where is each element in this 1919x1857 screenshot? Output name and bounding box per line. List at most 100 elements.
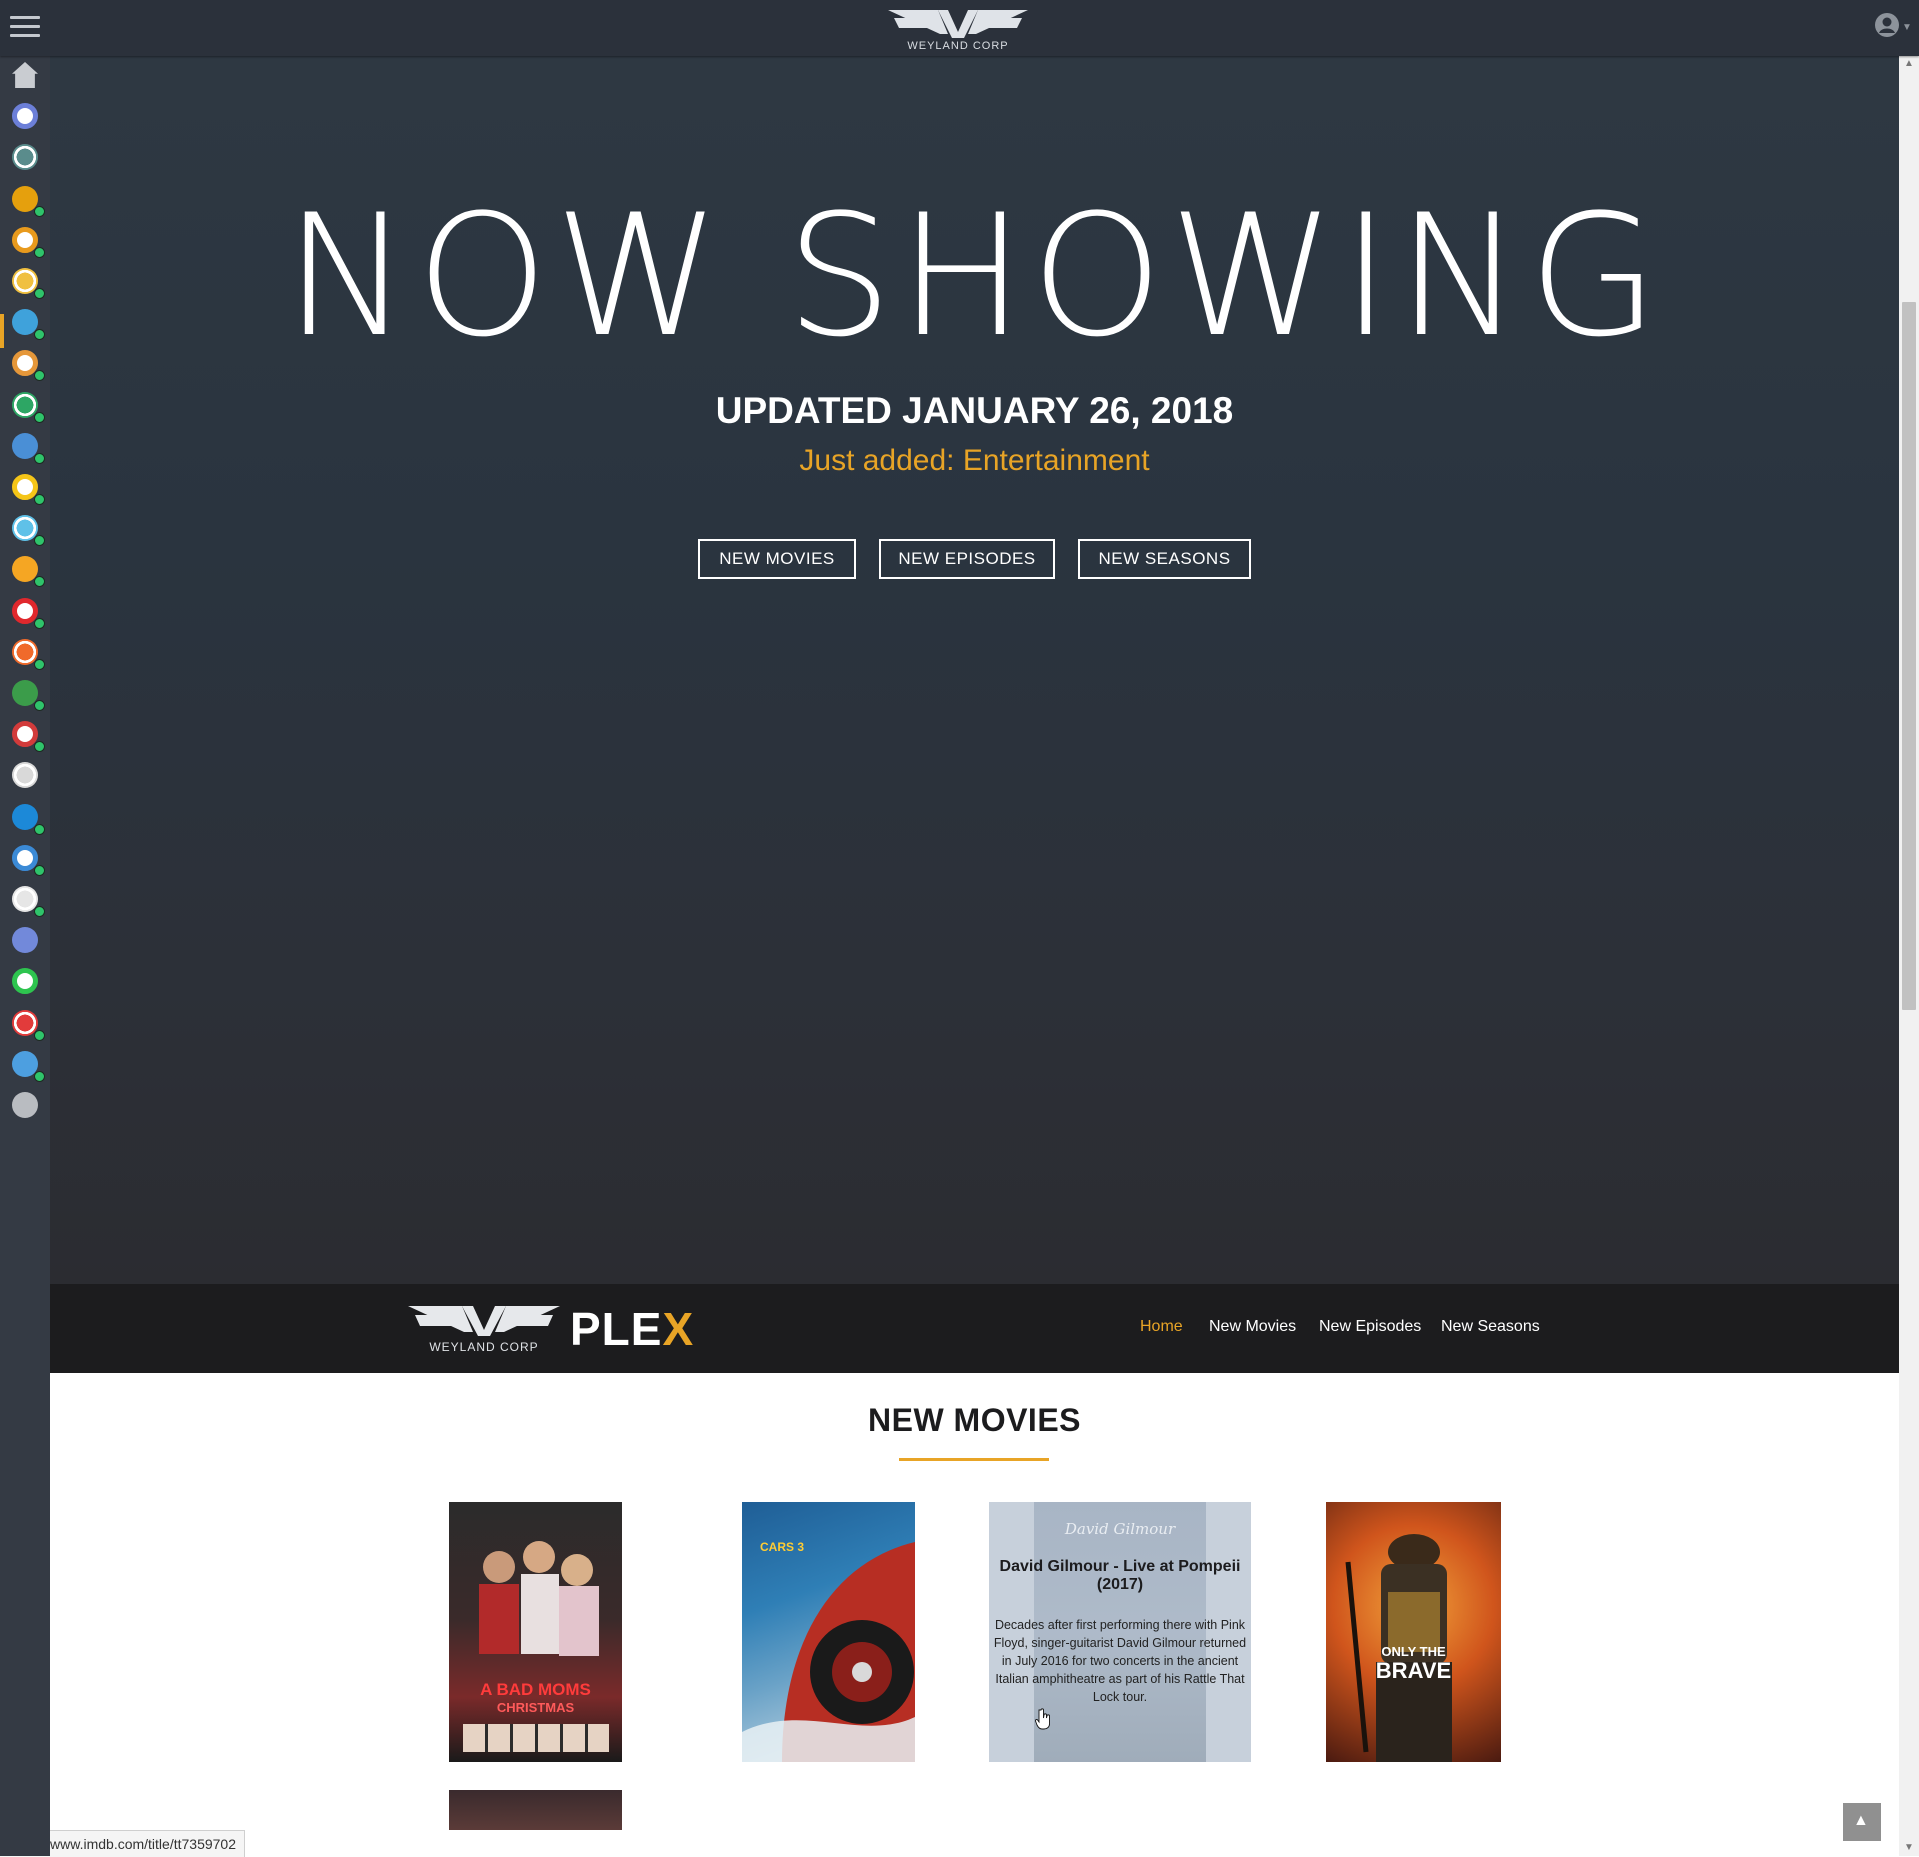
- navbar-logo-wordmark: WEYLAND CORP: [429, 1340, 539, 1354]
- movie-hover-card[interactable]: David Gilmour David Gilmour - Live at Po…: [989, 1502, 1251, 1762]
- sidebar-item-hydra[interactable]: [8, 511, 45, 547]
- chevron-up-icon: ▲: [1853, 1812, 1869, 1829]
- nav-new-movies[interactable]: New Movies: [1209, 1318, 1296, 1336]
- sidebar-item-jackett[interactable]: [8, 758, 42, 792]
- nav-home[interactable]: Home: [1140, 1318, 1183, 1336]
- skull-icon: [12, 762, 38, 789]
- chevron-down-icon: ▼: [1902, 22, 1912, 33]
- status-dot: [34, 411, 45, 423]
- movie-poster-partial[interactable]: [449, 1790, 622, 1830]
- new-episodes-button[interactable]: NEW EPISODES: [879, 539, 1055, 579]
- navbar-logo[interactable]: WEYLAND CORP: [404, 1300, 564, 1354]
- poster-firefighter-art: [1345, 1534, 1452, 1762]
- sidebar-item-ombi[interactable]: [8, 223, 45, 258]
- new-seasons-button[interactable]: NEW SEASONS: [1078, 539, 1251, 579]
- hero-title: NOW SHOWING: [284, 178, 1665, 374]
- sidebar-item-sabnzbd[interactable]: [8, 470, 45, 505]
- sidebar-item-plex[interactable]: [8, 182, 45, 217]
- status-dot: [34, 700, 45, 711]
- back-to-top-button[interactable]: ▲: [1843, 1803, 1881, 1841]
- home-icon: [12, 62, 38, 88]
- poster-title-line-2: CHRISTMAS: [496, 1700, 575, 1715]
- scroll-thumb[interactable]: [1902, 302, 1916, 1010]
- weyland-wings-icon: [408, 1306, 560, 1336]
- poster-title-line-1: ONLY THE: [1381, 1644, 1446, 1659]
- status-dot: [34, 288, 45, 299]
- user-circle-icon: [1875, 13, 1899, 37]
- status-dot: [34, 535, 45, 547]
- sidebar-item-nzbget[interactable]: [8, 1006, 45, 1041]
- sidebar-item-settings[interactable]: [8, 1088, 42, 1122]
- status-dot: [34, 617, 45, 629]
- status-dot: [34, 494, 45, 505]
- sidebar-item-tautulli[interactable]: [8, 388, 45, 423]
- status-dot: [34, 906, 45, 917]
- sidebar-item-sonarr[interactable]: [8, 305, 45, 341]
- page-scrollbar[interactable]: ▲ ▼: [1899, 56, 1919, 1856]
- gear-icon: [12, 1092, 38, 1118]
- poster-signature: David Gilmour: [1064, 1520, 1176, 1538]
- just-added-text: Just added: Entertainment: [799, 444, 1150, 477]
- sidebar-item-nzbhydra[interactable]: [8, 676, 45, 711]
- sidebar: [0, 56, 50, 1856]
- title-underline: [899, 1458, 1049, 1461]
- nav-new-seasons[interactable]: New Seasons: [1441, 1318, 1540, 1336]
- sidebar-item-ubooquity[interactable]: [8, 841, 45, 876]
- status-dot: [34, 370, 45, 382]
- sidebar-item-lidarr[interactable]: [8, 552, 45, 588]
- status-dot: [34, 246, 45, 258]
- sidebar-item-radarr[interactable]: [8, 264, 45, 299]
- sidebar-item-phpmyadmin[interactable]: [8, 1047, 45, 1082]
- cube-icon: [12, 103, 38, 130]
- plex-brand[interactable]: PLEX: [570, 1302, 695, 1355]
- active-indicator: [0, 314, 4, 348]
- movie-description: Decades after first performing there wit…: [993, 1618, 1247, 1704]
- status-dot: [34, 329, 45, 341]
- movie-poster-bad-moms[interactable]: A BAD MOMS CHRISTMAS: [449, 1502, 622, 1762]
- logo-wordmark: WEYLAND CORP: [907, 40, 1009, 52]
- sidebar-item-uptime[interactable]: [8, 964, 42, 998]
- sidebar-item-grafana[interactable]: [8, 635, 45, 670]
- movie-poster-cars-3[interactable]: CARS 3: [742, 1502, 915, 1762]
- poster-cast-strip: [463, 1724, 609, 1752]
- weyland-wings-icon: [888, 10, 1028, 38]
- status-dot: [34, 452, 45, 464]
- poster-title-line-1: A BAD MOMS: [480, 1680, 591, 1699]
- nav-new-episodes[interactable]: New Episodes: [1319, 1318, 1421, 1336]
- movie-title: David Gilmour - Live at Pompeii (2017): [999, 1558, 1241, 1593]
- poster-figures: [479, 1541, 599, 1656]
- movie-poster-only-the-brave[interactable]: ONLY THE BRAVE: [1326, 1502, 1501, 1762]
- weyland-logo[interactable]: WEYLAND CORP: [884, 4, 1032, 54]
- sidebar-item-discord[interactable]: [8, 923, 42, 957]
- status-dot: [34, 205, 45, 217]
- site-navbar: WEYLAND CORP PLEX Home New Movies New Ep…: [50, 1284, 1899, 1373]
- updated-date: UPDATED JANUARY 26, 2018: [715, 390, 1234, 431]
- hero-section: NOW SHOWING UPDATED JANUARY 26, 2018 Jus…: [50, 56, 1899, 1284]
- status-dot: [34, 864, 45, 876]
- hand-cursor-icon: [1035, 1708, 1050, 1730]
- new-movies-button[interactable]: NEW MOVIES: [698, 539, 856, 579]
- sidebar-item-nextcloud[interactable]: [8, 800, 45, 835]
- poster-title: CARS 3: [759, 1540, 804, 1554]
- sidebar-item-organizr[interactable]: [8, 99, 42, 133]
- scroll-up-arrow-icon[interactable]: ▲: [1903, 58, 1915, 70]
- scroll-down-arrow-icon[interactable]: ▼: [1903, 1842, 1915, 1854]
- top-bar: WEYLAND CORP ▼: [0, 0, 1919, 56]
- plex-brand-x: X: [662, 1303, 695, 1355]
- status-dot: [34, 658, 45, 670]
- user-menu[interactable]: ▼: [1874, 12, 1914, 40]
- sidebar-item-home[interactable]: [8, 58, 42, 92]
- status-dot: [34, 1029, 45, 1041]
- globe-icon: [12, 144, 38, 171]
- sidebar-item-netdata[interactable]: [8, 140, 42, 174]
- sidebar-item-butler[interactable]: [8, 882, 45, 917]
- plex-brand-text: PLE: [570, 1303, 663, 1355]
- sidebar-item-deluge[interactable]: [8, 429, 45, 464]
- sidebar-item-sonarr-4k[interactable]: [8, 346, 45, 382]
- sidebar-item-couchpotato[interactable]: [8, 717, 45, 753]
- status-dot: [34, 823, 45, 835]
- section-title: NEW MOVIES: [867, 1402, 1081, 1438]
- status-dot: [34, 741, 45, 753]
- hamburger-icon[interactable]: [10, 16, 40, 40]
- sidebar-item-pihole[interactable]: [8, 594, 45, 629]
